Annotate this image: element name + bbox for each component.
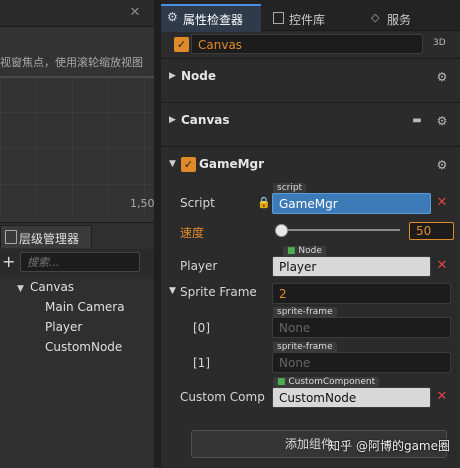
sprite-item-1-label: [1] <box>193 356 210 370</box>
tree-item-canvas[interactable]: Canvas <box>30 280 74 294</box>
tree-item-customnode[interactable]: CustomNode <box>45 340 122 354</box>
collapse-icon: ▶ <box>169 115 176 125</box>
gear-icon: ⚙ <box>167 10 178 24</box>
sprite-frame-count-input[interactable]: 2 <box>272 283 451 304</box>
speed-label: 速度 <box>180 226 205 240</box>
tab-services[interactable]: ◇ 服务 <box>365 6 445 30</box>
close-icon[interactable]: ✕ <box>128 6 142 20</box>
3d-toggle[interactable]: 3D <box>433 38 446 48</box>
inspector-tabs: ⚙ 属性检查器 控件库 ◇ 服务 <box>161 0 460 32</box>
custom-type-tag-label: CustomComponent <box>288 377 376 387</box>
clear-script-icon[interactable]: ✕ <box>431 193 453 213</box>
component-type-icon: ■ <box>277 377 289 387</box>
script-field[interactable]: GameMgr <box>272 193 431 214</box>
tab-library[interactable]: 控件库 <box>267 6 357 30</box>
sprite-item-0-field[interactable]: None <box>272 317 451 338</box>
hierarchy-search-input[interactable]: 搜索... <box>20 252 140 272</box>
section-canvas-title: Canvas <box>181 113 230 127</box>
book-icon[interactable]: ▬ <box>411 115 423 127</box>
sprite-item-1-field[interactable]: None <box>272 352 451 373</box>
collapse-icon: ▶ <box>169 71 176 81</box>
add-node-icon[interactable]: + <box>2 252 15 271</box>
section-gamemgr[interactable]: ▼ ✓ GameMgr ⚙ <box>161 146 460 183</box>
tree-item-main-camera[interactable]: Main Camera <box>45 300 125 314</box>
scene-panel[interactable]: ✕ 视窗焦点，使用滚轮缩放视图 1,500 <box>0 0 160 222</box>
watermark: 知乎 @阿博的game圈 <box>328 439 450 453</box>
tab-library-label: 控件库 <box>289 13 326 27</box>
hierarchy-panel: 层级管理器 + 搜索... ▼ Canvas Main Camera Playe… <box>0 222 154 468</box>
node-type-icon: ■ <box>287 246 299 256</box>
library-icon <box>273 12 284 24</box>
tab-inspector[interactable]: ⚙ 属性检查器 <box>161 4 261 32</box>
player-field[interactable]: Player <box>272 256 431 277</box>
section-gamemgr-title: GameMgr <box>199 157 265 171</box>
scene-toolbar: ✕ <box>0 0 160 27</box>
gear-icon[interactable]: ⚙ <box>436 71 448 83</box>
inspector-panel: ⚙ 属性检查器 控件库 ◇ 服务 ✓ Canvas 3D ▶ Node ⚙ ▶ … <box>161 0 460 467</box>
lock-icon: 🔒 <box>257 196 271 209</box>
tab-hierarchy[interactable]: 层级管理器 <box>0 225 92 248</box>
speed-slider-handle[interactable] <box>275 224 289 237</box>
component-enabled-checkbox[interactable]: ✓ <box>181 157 196 172</box>
hierarchy-icon <box>5 230 17 244</box>
section-node[interactable]: ▶ Node ⚙ <box>161 58 460 95</box>
sprite-frame-label: Sprite Frame <box>180 285 257 299</box>
speed-slider-track[interactable] <box>278 229 400 231</box>
custom-comp-field[interactable]: CustomNode <box>272 387 431 408</box>
tab-hierarchy-label: 层级管理器 <box>19 232 80 246</box>
tab-inspector-label: 属性检查器 <box>183 13 244 27</box>
section-node-title: Node <box>181 69 217 83</box>
expand-icon: ▼ <box>169 159 176 169</box>
tab-services-label: 服务 <box>387 13 412 27</box>
scene-hint: 视窗焦点，使用滚轮缩放视图 <box>0 56 143 69</box>
sprite-item-0-label: [0] <box>193 321 210 335</box>
clear-custom-icon[interactable]: ✕ <box>431 387 453 407</box>
scene-axis <box>0 76 160 78</box>
service-icon: ◇ <box>371 11 380 24</box>
hierarchy-toolbar: + 搜索... <box>0 249 154 277</box>
tree-item-player[interactable]: Player <box>45 320 82 334</box>
scene-grid[interactable] <box>0 76 160 216</box>
tree-expand-icon[interactable]: ▼ <box>17 284 24 294</box>
clear-player-icon[interactable]: ✕ <box>431 256 453 276</box>
gear-icon[interactable]: ⚙ <box>436 159 448 171</box>
section-canvas[interactable]: ▶ Canvas ▬ ⚙ <box>161 102 460 139</box>
player-type-tag-label: Node <box>298 246 322 256</box>
panel-splitter[interactable] <box>154 0 161 467</box>
gear-icon[interactable]: ⚙ <box>436 115 448 127</box>
custom-comp-label: Custom Comp <box>180 390 265 404</box>
script-label: Script <box>180 196 215 210</box>
node-active-checkbox[interactable]: ✓ <box>174 37 189 52</box>
expand-icon[interactable]: ▼ <box>169 286 176 296</box>
speed-input[interactable]: 50 <box>409 222 454 240</box>
player-label: Player <box>180 259 218 273</box>
node-name-input[interactable]: Canvas <box>191 34 423 54</box>
